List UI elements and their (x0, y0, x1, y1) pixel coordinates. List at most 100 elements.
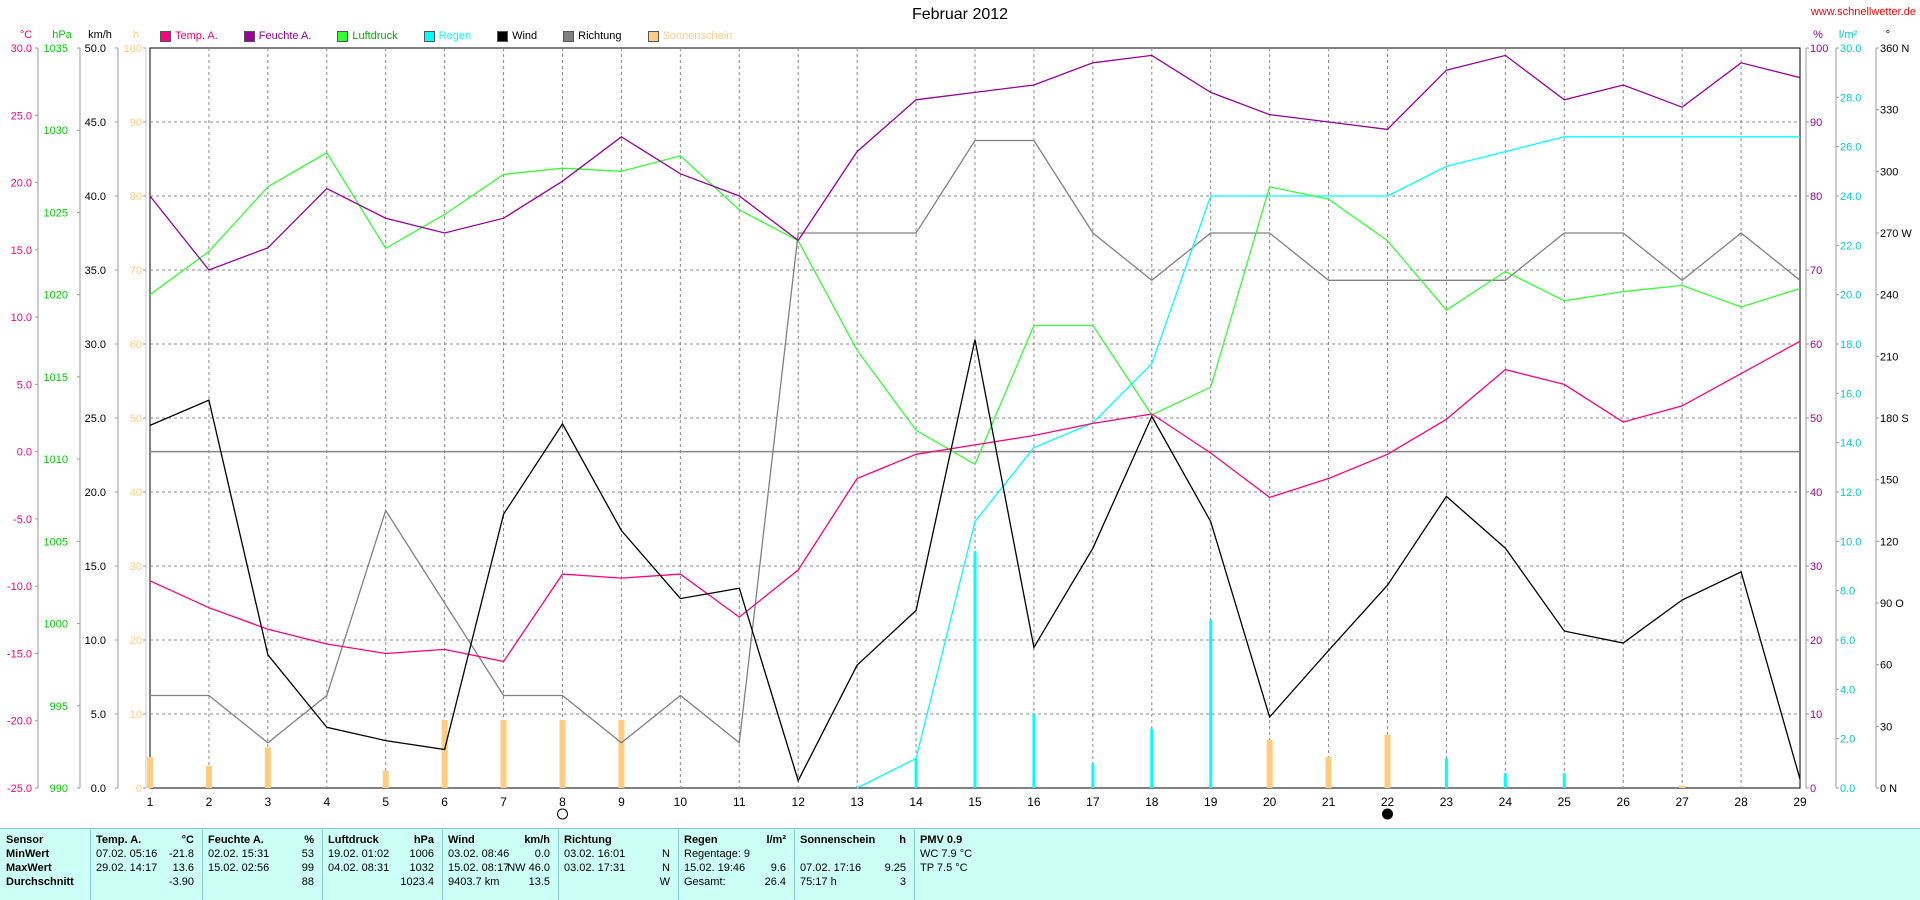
legend-label: Wind (512, 30, 538, 42)
tick-label-humidity: 30 (1810, 561, 1822, 573)
tick-label-temp: 20.0 (11, 178, 32, 190)
x-tick-label: 19 (1204, 795, 1218, 809)
col-wind: Wind km/h 03.02. 08:46 0.0 15.02. 08:17 NW … (442, 829, 559, 900)
bar-rain (914, 758, 918, 788)
x-tick-label: 10 (674, 795, 688, 809)
legend-label: Luftdruck (352, 30, 398, 42)
hum-min-date: 02.02. (208, 848, 239, 860)
temp-max-time: 14:17 (129, 862, 158, 874)
col-humidity: Feuchte A.% 02.02. 15:31 53 15.02. 02:56 9… (202, 829, 323, 900)
tick-label-temp: -5.0 (13, 514, 32, 526)
tick-label-humidity: 40 (1810, 487, 1822, 499)
weather-chart: 30.025.020.015.010.05.00.0-5.0-10.0-15.0… (7, 29, 1912, 820)
tick-label-pressure: 1020 (44, 290, 68, 302)
axis-unit-direction: ° (1886, 29, 1890, 41)
legend-label: Regen (438, 30, 472, 42)
press-unit: hPa (413, 834, 434, 846)
tick-label-temp: -10.0 (7, 581, 32, 593)
temp-max-value: 13.6 (172, 862, 194, 874)
x-tick-label: 2 (206, 795, 213, 809)
legend-swatch (160, 30, 171, 42)
tick-label-rain: 30.0 (1840, 43, 1861, 55)
wind-distance: 9403.7 km (448, 876, 500, 888)
tick-label-pressure: 1010 (44, 454, 68, 466)
tick-label-rain: 24.0 (1840, 191, 1861, 203)
tick-label-humidity: 60 (1810, 339, 1822, 351)
rain-header: Regen (684, 834, 718, 846)
dir-max-date: 03.02. (564, 862, 595, 874)
x-tick-label: 7 (500, 795, 507, 809)
x-tick-label: 18 (1145, 795, 1159, 809)
tick-label-wind: 30.0 (85, 339, 106, 351)
tick-label-rain: 22.0 (1840, 240, 1861, 252)
temp-header: Temp. A. (96, 834, 142, 846)
press-min-value: 1006 (409, 848, 434, 860)
tick-label-temp: 0.0 (17, 447, 32, 459)
x-tick-label: 11 (733, 795, 746, 809)
x-tick-label: 5 (382, 795, 389, 809)
legend-item: Richtung (563, 30, 622, 42)
tick-label-sun: 10 (130, 709, 142, 721)
tick-label-sun: 70 (130, 265, 142, 277)
bar-sunshine (1266, 739, 1273, 788)
tick-label-rain: 10.0 (1840, 536, 1861, 548)
x-tick-label: 13 (850, 795, 864, 809)
bar-rain (1562, 773, 1566, 788)
tick-label-direction: 360 N (1880, 43, 1909, 55)
wind-header: Wind (448, 834, 475, 846)
x-tick-label: 16 (1027, 795, 1041, 809)
legend-swatch (647, 30, 659, 42)
sun-avg-value: 3 (899, 876, 906, 888)
tick-label-direction: 90 O (1880, 598, 1904, 610)
legend-item: Luftdruck (337, 30, 398, 42)
x-tick-label: 14 (909, 795, 923, 809)
tick-label-humidity: 90 (1810, 117, 1822, 129)
legend-item: Wind (497, 30, 537, 42)
pmv-wc: WC 7.9 °C (920, 848, 973, 860)
press-min-time: 01:02 (361, 848, 390, 860)
tick-label-sun: 30 (130, 561, 142, 573)
tick-label-rain: 6.0 (1840, 635, 1855, 647)
temp-min-date: 07.02. (96, 848, 127, 860)
tick-label-pressure: 1030 (44, 125, 68, 137)
wind-avg-value: 13.5 (528, 876, 550, 888)
tick-label-direction: 30 (1880, 721, 1892, 733)
sun-header: Sonnenschein (800, 834, 876, 846)
tick-label-sun: 60 (130, 339, 142, 351)
x-tick-label: 3 (265, 795, 272, 809)
tick-label-direction: 210 (1880, 351, 1898, 363)
tick-label-temp: -20.0 (7, 716, 32, 728)
wind-max-value: NW 46.0 (507, 862, 550, 874)
bar-sunshine (382, 770, 389, 788)
dir-header: Richtung (564, 834, 612, 846)
tick-label-humidity: 20 (1810, 635, 1822, 647)
tick-label-sun: 0 (136, 783, 142, 795)
brand-link[interactable]: www.schnellwetter.de (1811, 6, 1916, 18)
legend: Temp. A. Feuchte A. Luftdruck Regen Wind Rich… (160, 30, 758, 42)
tick-label-sun: 20 (130, 635, 142, 647)
tick-label-wind: 15.0 (85, 561, 106, 573)
moon-full-icon (557, 808, 568, 820)
tick-label-temp: -15.0 (7, 648, 32, 660)
sensor-header: Sensor (6, 834, 44, 846)
tick-label-temp: 25.0 (11, 110, 32, 122)
x-tick-label: 6 (441, 795, 448, 809)
col-sun: Sonnenschein h 07.02. 17:16 9.25 75:17 h 3 (794, 829, 915, 900)
tick-label-pressure: 995 (50, 701, 68, 713)
x-tick-label: 27 (1675, 795, 1689, 809)
bar-rain (1091, 763, 1095, 788)
axis-unit-temp: °C (20, 29, 32, 41)
tick-label-pressure: 1005 (44, 536, 68, 548)
tick-label-sun: 50 (130, 413, 142, 425)
legend-swatch (563, 30, 575, 42)
tick-label-wind: 50.0 (85, 43, 106, 55)
chart-title: Februar 2012 (911, 6, 1009, 23)
wind-max-date: 15.02. (448, 862, 479, 874)
tick-label-direction: 180 S (1880, 413, 1909, 425)
bar-sunshine (205, 765, 212, 788)
tick-label-rain: 18.0 (1840, 339, 1861, 351)
temp-unit: °C (181, 834, 194, 846)
row-avg-label: Durchschnitt (6, 876, 74, 888)
tick-label-rain: 14.0 (1840, 438, 1861, 450)
rain-unit: l/m² (766, 834, 786, 846)
